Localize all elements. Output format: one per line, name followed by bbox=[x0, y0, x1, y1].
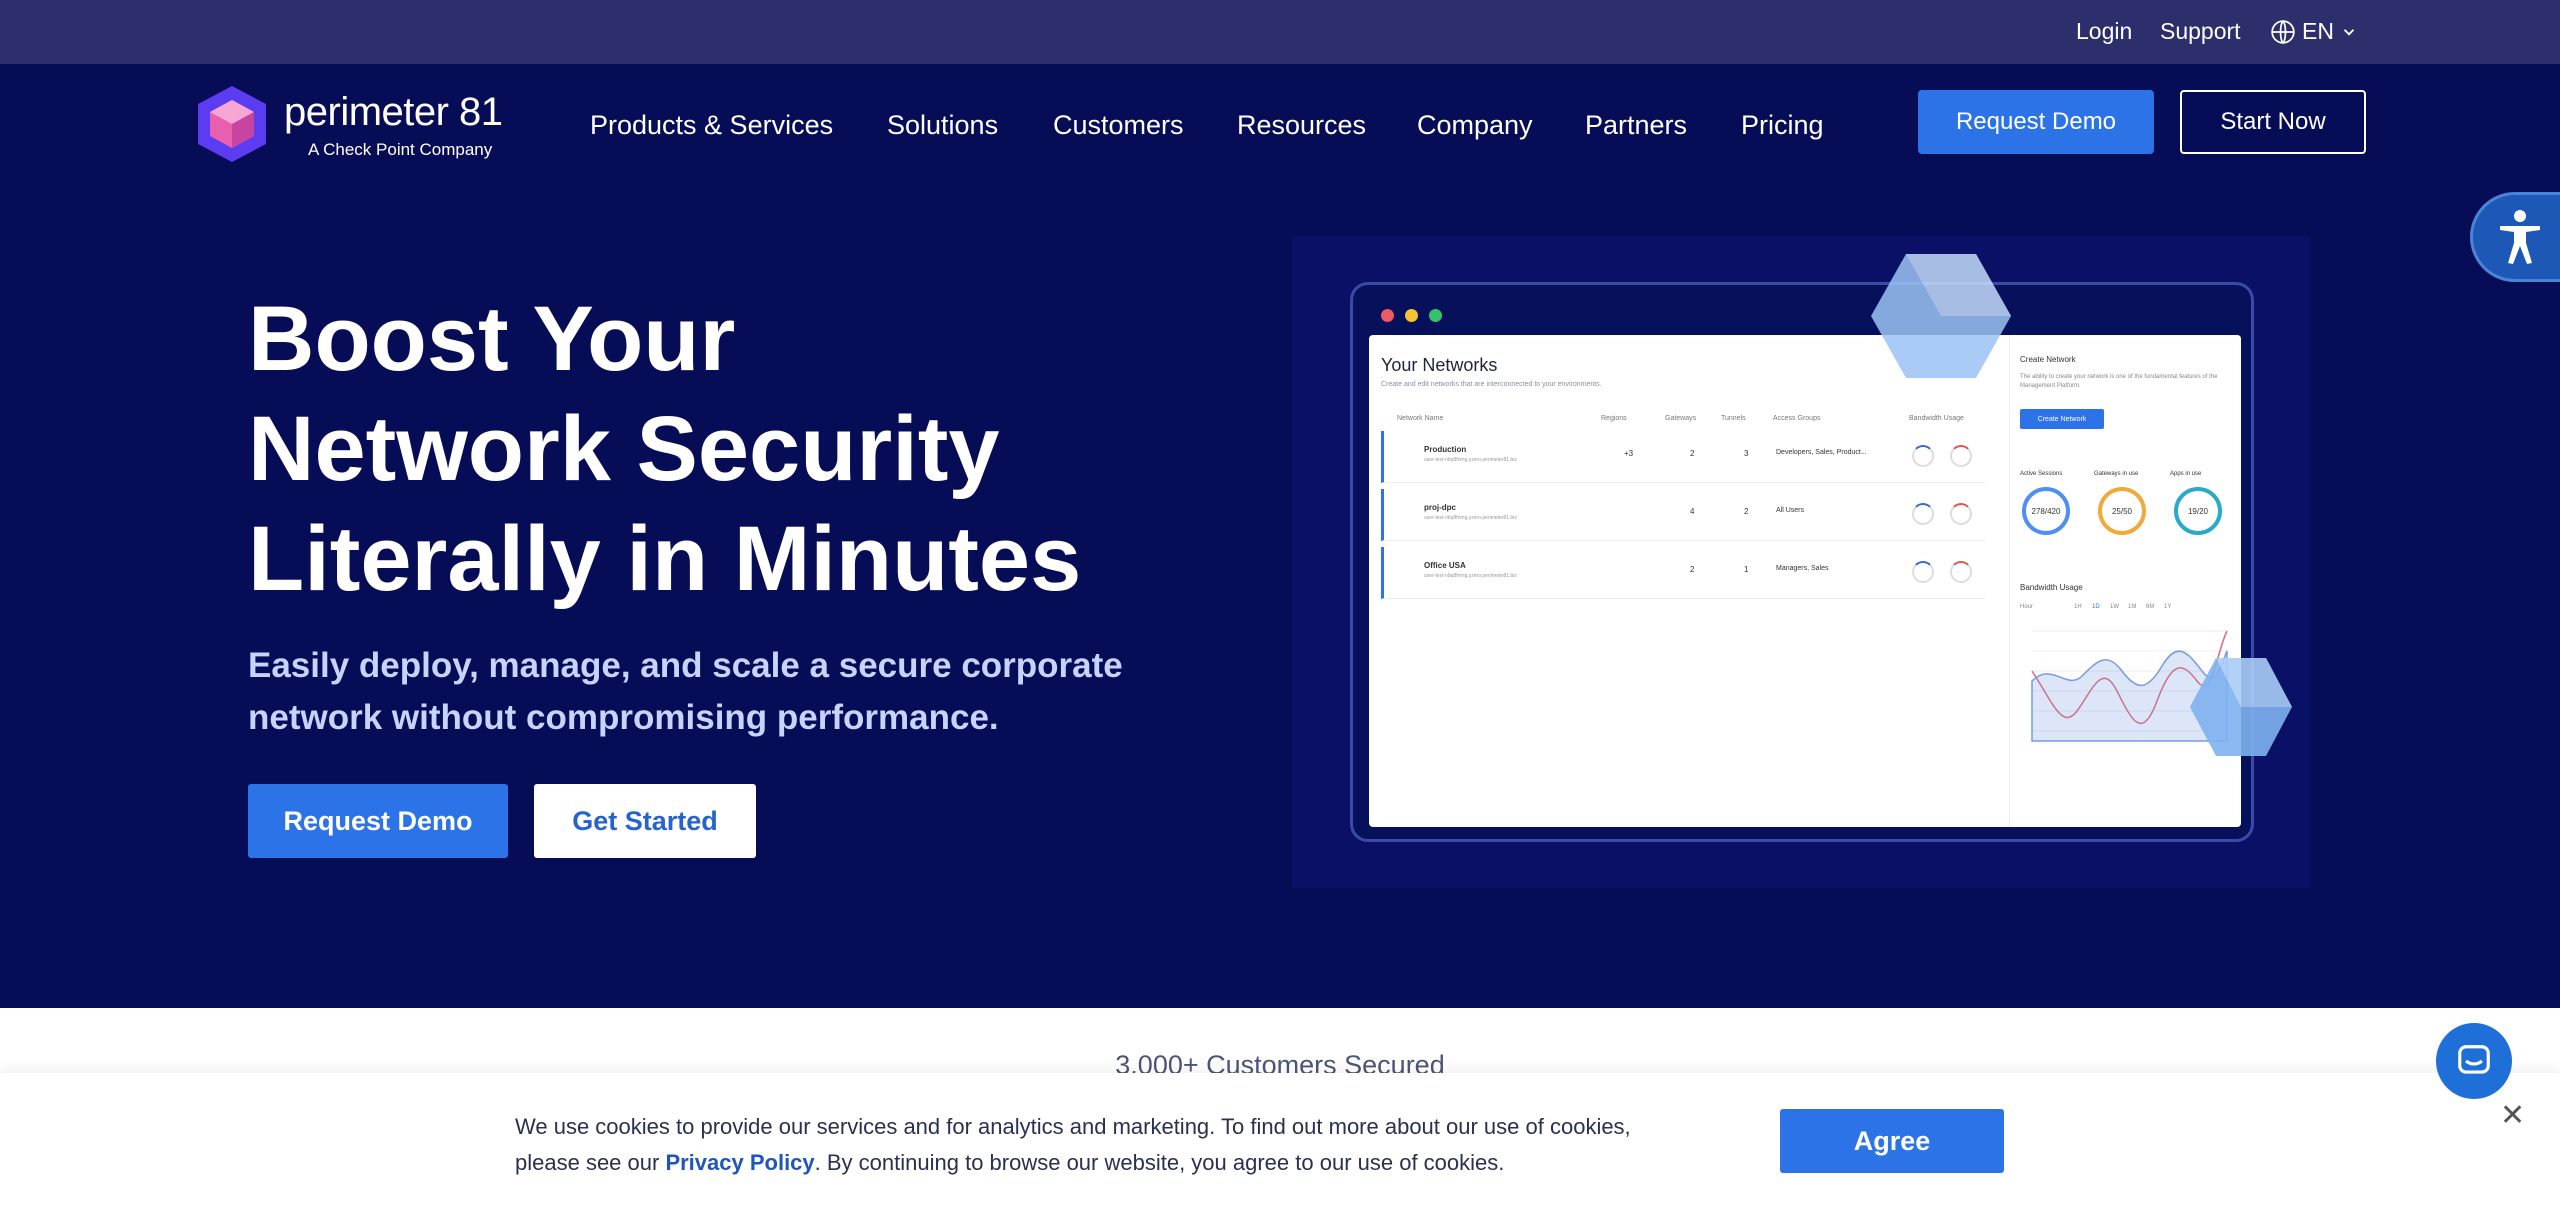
col-gateways: Gateways bbox=[1665, 415, 1697, 422]
mockup-dashboard: Your Networks Create and edit networks t… bbox=[1369, 335, 2241, 827]
apps-ring: 19/20 bbox=[2174, 487, 2222, 535]
range-1w[interactable]: 1W bbox=[2110, 603, 2130, 612]
network-host: user-test-nbq8fnmg.yzero.perimeter81.biz bbox=[1424, 457, 1517, 463]
network-groups: All Users bbox=[1776, 507, 1805, 514]
col-bandwidth: Bandwidth Usage bbox=[1909, 415, 1964, 422]
hero-section: Boost Your Network Security Literally in… bbox=[0, 188, 2560, 1008]
accessibility-button[interactable] bbox=[2470, 192, 2560, 282]
stat-label: Apps in use bbox=[2170, 471, 2202, 477]
product-mockup-window: Your Networks Create and edit networks t… bbox=[1350, 282, 2254, 842]
range-1h[interactable]: 1H bbox=[2074, 603, 2094, 612]
logo-name: perimeter 81 bbox=[284, 90, 503, 134]
create-network-desc: The ability to create your network is on… bbox=[2020, 374, 2218, 389]
range-6m[interactable]: 6M bbox=[2146, 603, 2166, 612]
support-link[interactable]: Support bbox=[2160, 18, 2241, 45]
network-tunnels: 3 bbox=[1744, 449, 1749, 458]
network-gateways: 4 bbox=[1690, 507, 1695, 516]
decorative-cube-bottom bbox=[2190, 658, 2292, 756]
bandwidth-gauge bbox=[1912, 445, 1934, 467]
hero-title-line: Network Security bbox=[248, 398, 1000, 500]
nav-resources[interactable]: Resources bbox=[1237, 110, 1366, 141]
request-demo-button[interactable]: Request Demo bbox=[1918, 90, 2154, 154]
logo-tagline: A Check Point Company bbox=[308, 140, 493, 159]
nav-partners[interactable]: Partners bbox=[1585, 110, 1687, 141]
hero-request-demo-button[interactable]: Request Demo bbox=[248, 784, 508, 858]
window-dot-red bbox=[1381, 309, 1394, 322]
network-host: user-test-nbq8fnmg.yzero.perimeter81.biz bbox=[1424, 515, 1517, 521]
col-regions: Regions bbox=[1601, 415, 1627, 422]
nav-company[interactable]: Company bbox=[1417, 110, 1533, 141]
range-1m[interactable]: 1M bbox=[2128, 603, 2148, 612]
create-network-title: Create Network bbox=[2020, 355, 2076, 364]
hero-title: Boost Your Network Security Literally in… bbox=[248, 284, 1248, 614]
start-now-button[interactable]: Start Now bbox=[2180, 90, 2366, 154]
create-network-button[interactable]: Create Network bbox=[2020, 409, 2104, 429]
nav-solutions[interactable]: Solutions bbox=[887, 110, 998, 141]
table-row: Production user-test-nbq8fnmg.yzero.peri… bbox=[1381, 431, 1985, 483]
login-link[interactable]: Login bbox=[2076, 18, 2132, 45]
language-label: EN bbox=[2302, 18, 2334, 44]
close-icon[interactable]: ✕ bbox=[2500, 1098, 2525, 1133]
table-row: proj-dpc user-test-nbq8fnmg.yzero.perime… bbox=[1381, 489, 1985, 541]
chat-launcher-button[interactable] bbox=[2436, 1023, 2512, 1099]
hero-subtitle: Easily deploy, manage, and scale a secur… bbox=[248, 646, 1123, 737]
window-dot-yellow bbox=[1405, 309, 1418, 322]
network-tunnels: 1 bbox=[1744, 565, 1749, 574]
network-name: Production bbox=[1424, 445, 1467, 454]
hero-title-line: Boost Your bbox=[248, 288, 736, 390]
col-tunnels: Tunnels bbox=[1721, 415, 1746, 422]
network-groups: Managers, Sales bbox=[1776, 565, 1829, 572]
language-selector[interactable]: EN bbox=[2270, 18, 2358, 45]
stat-label: Active Sessions bbox=[2020, 471, 2063, 477]
gateways-ring: 25/50 bbox=[2098, 487, 2146, 535]
bandwidth-usage-title: Bandwidth Usage bbox=[2020, 583, 2083, 592]
cookie-message: We use cookies to provide our services a… bbox=[515, 1109, 1685, 1181]
network-name: proj-dpc bbox=[1424, 503, 1456, 512]
bandwidth-gauge bbox=[1950, 561, 1972, 583]
main-header: perimeter 81 A Check Point Company Produ… bbox=[0, 64, 2560, 188]
chat-icon bbox=[2458, 1045, 2490, 1074]
network-name: Office USA bbox=[1424, 561, 1466, 570]
logo-cube-icon bbox=[198, 86, 266, 162]
range-1d[interactable]: 1D bbox=[2092, 603, 2112, 612]
window-dot-green bbox=[1429, 309, 1442, 322]
table-row: Office USA user-test-nbq8fnmg.yzero.peri… bbox=[1381, 547, 1985, 599]
hero-get-started-button[interactable]: Get Started bbox=[534, 784, 756, 858]
col-network-name: Network Name bbox=[1397, 415, 1444, 422]
top-utility-bar: Login Support EN bbox=[0, 0, 2560, 64]
nav-products-services[interactable]: Products & Services bbox=[590, 110, 833, 141]
mockup-description: Create and edit networks that are interc… bbox=[1381, 381, 1602, 388]
bandwidth-gauge bbox=[1912, 561, 1934, 583]
privacy-policy-link[interactable]: Privacy Policy bbox=[665, 1150, 814, 1175]
cookie-text-after: . By continuing to browse our website, y… bbox=[814, 1150, 1505, 1175]
bandwidth-gauge bbox=[1912, 503, 1934, 525]
nav-pricing[interactable]: Pricing bbox=[1741, 110, 1824, 141]
col-access-groups: Access Groups bbox=[1773, 415, 1821, 422]
cookie-banner: We use cookies to provide our services a… bbox=[0, 1073, 2560, 1209]
hero-title-line: Literally in Minutes bbox=[248, 508, 1082, 610]
bandwidth-gauge bbox=[1950, 445, 1972, 467]
logo[interactable]: perimeter 81 A Check Point Company bbox=[196, 84, 516, 168]
network-gateways: 2 bbox=[1690, 565, 1695, 574]
range-select[interactable]: Hour bbox=[2020, 603, 2060, 612]
mockup-title: Your Networks bbox=[1381, 355, 1498, 375]
chevron-down-icon bbox=[2343, 28, 2355, 36]
network-gateways: 2 bbox=[1690, 449, 1695, 458]
network-groups: Developers, Sales, Product... bbox=[1776, 449, 1867, 456]
decorative-cube-top bbox=[1871, 254, 2011, 378]
network-host: user-test-nbq8fnmg.yzero.perimeter81.biz bbox=[1424, 573, 1517, 579]
network-tunnels: 2 bbox=[1744, 507, 1749, 516]
globe-icon bbox=[2271, 19, 2295, 44]
bandwidth-gauge bbox=[1950, 503, 1972, 525]
active-sessions-ring: 278/420 bbox=[2022, 487, 2070, 535]
nav-customers[interactable]: Customers bbox=[1053, 110, 1184, 141]
network-regions: +3 bbox=[1624, 449, 1634, 458]
accessibility-icon bbox=[2500, 210, 2540, 264]
stat-label: Gateways in use bbox=[2094, 471, 2139, 477]
agree-button[interactable]: Agree bbox=[1780, 1109, 2004, 1173]
range-1y[interactable]: 1Y bbox=[2164, 603, 2184, 612]
